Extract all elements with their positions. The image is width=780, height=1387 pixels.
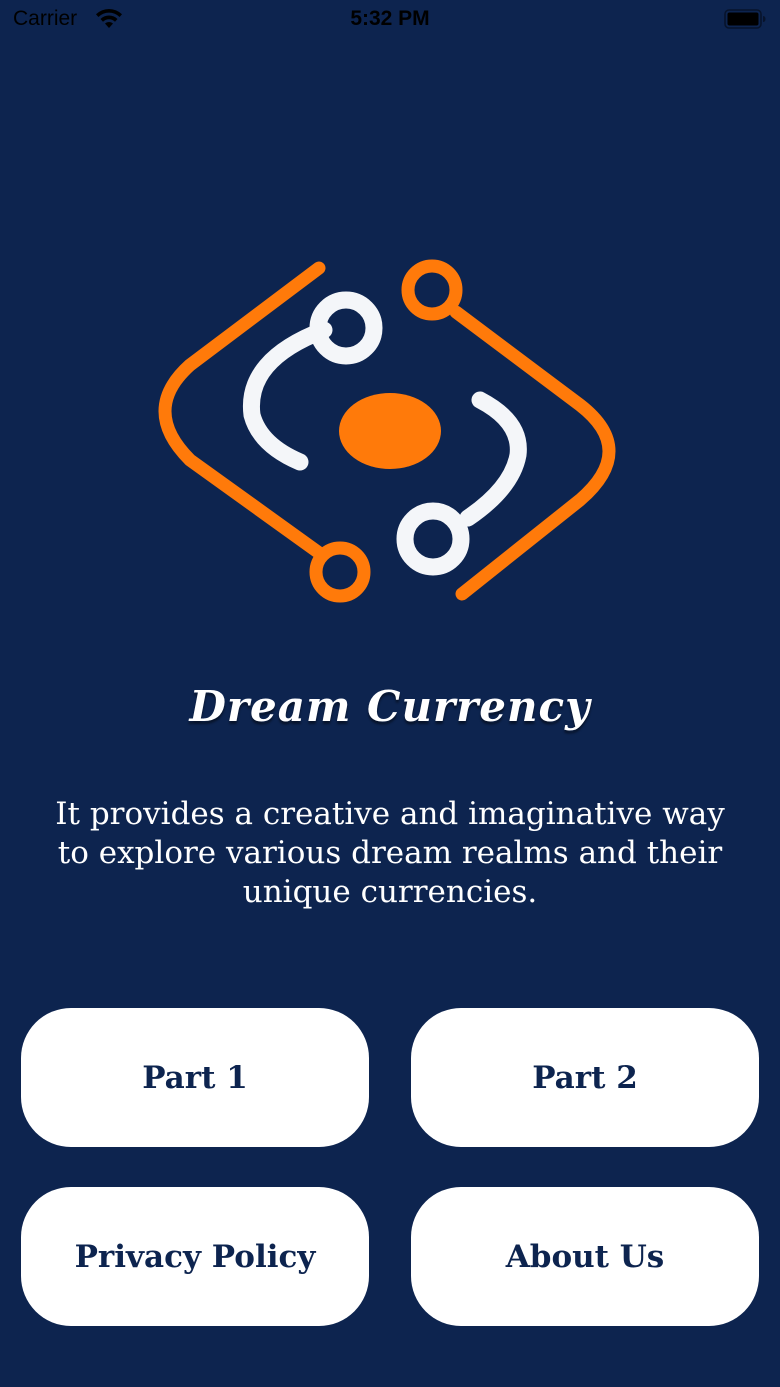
about-us-button[interactable]: About Us (411, 1187, 759, 1326)
app-title: Dream Currency (189, 682, 591, 731)
privacy-policy-button[interactable]: Privacy Policy (21, 1187, 369, 1326)
dream-currency-logo-icon (158, 259, 616, 603)
part-2-button[interactable]: Part 2 (411, 1008, 759, 1147)
battery-icon (724, 9, 766, 29)
part-1-button[interactable]: Part 1 (21, 1008, 369, 1147)
app-title-container: Dream Currency (0, 672, 780, 742)
status-time: 5:32 PM (350, 7, 430, 30)
app-description: It provides a creative and imaginative w… (55, 796, 725, 910)
status-bar: Carrier 5:32 PM (0, 0, 780, 40)
